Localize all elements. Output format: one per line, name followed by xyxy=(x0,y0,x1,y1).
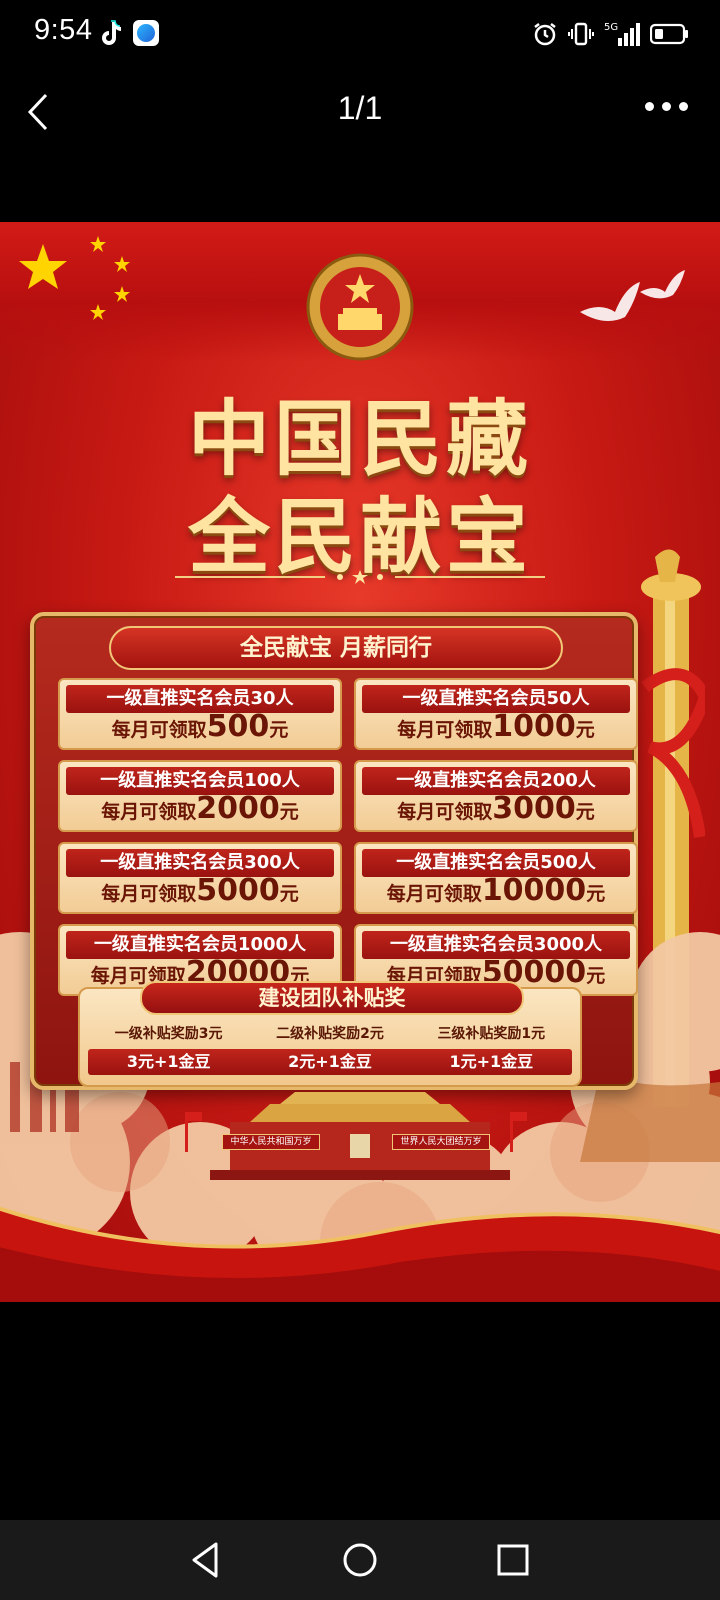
tier-amount: 2000 xyxy=(196,791,280,826)
tier-prefix: 每月可领取 xyxy=(101,883,197,905)
battery-icon xyxy=(650,23,688,45)
slogan-right: 世界人民大团结万岁 xyxy=(392,1134,490,1150)
star-divider xyxy=(175,570,545,584)
tier-amount: 10000 xyxy=(481,873,587,908)
vibrate-icon xyxy=(568,22,594,46)
doves-icon xyxy=(580,270,685,321)
panel-header: 全民献宝 月薪同行 xyxy=(109,626,563,670)
status-bar: 9:54 5G xyxy=(0,0,720,68)
red-ribbon-wave xyxy=(0,1206,720,1302)
tiananmen-gate-illustration xyxy=(185,1092,527,1180)
tier-tile: 一级直推实名会员200人 每月可领取3000元 xyxy=(354,760,638,832)
tier-unit: 元 xyxy=(279,883,299,905)
more-options-icon[interactable] xyxy=(645,102,688,111)
tier-amount: 1000 xyxy=(492,709,576,744)
slogan-left: 中华人民共和国万岁 xyxy=(222,1134,320,1150)
team-levels-row: 一级补贴奖励3元 二级补贴奖励2元 三级补贴奖励1元 xyxy=(88,1023,572,1043)
5g-signal-icon: 5G xyxy=(604,22,640,46)
team-subsidy-header: 建设团队补贴奖 xyxy=(140,981,524,1015)
tier-prefix: 每月可领取 xyxy=(397,719,493,741)
tier-tile: 一级直推实名会员500人 每月可领取10000元 xyxy=(354,842,638,914)
browser-app-icon xyxy=(133,20,159,46)
tiktok-icon xyxy=(102,20,121,45)
status-time: 9:54 xyxy=(34,14,93,46)
team-rewards-row: 3元+1金豆 2元+1金豆 1元+1金豆 xyxy=(88,1049,572,1075)
svg-text:5G: 5G xyxy=(604,22,618,33)
tier-prefix: 每月可领取 xyxy=(386,883,482,905)
tier-amount: 5000 xyxy=(196,873,280,908)
tier-tile: 一级直推实名会员50人 每月可领取1000元 xyxy=(354,678,638,750)
tier-unit: 元 xyxy=(575,801,595,823)
tier-tile: 一级直推实名会员30人 每月可领取500元 xyxy=(58,678,342,750)
tier-unit: 元 xyxy=(586,965,606,987)
team-subsidy-box: 建设团队补贴奖 一级补贴奖励3元 二级补贴奖励2元 三级补贴奖励1元 3元+1金… xyxy=(78,981,582,1087)
tier-tile: 一级直推实名会员100人 每月可领取2000元 xyxy=(58,760,342,832)
team-reward: 3元+1金豆 xyxy=(126,1052,211,1071)
team-reward: 1元+1金豆 xyxy=(449,1052,534,1071)
team-level: 二级补贴奖励2元 xyxy=(276,1026,384,1042)
nav-back-icon[interactable] xyxy=(186,1540,226,1580)
national-emblem-icon xyxy=(306,253,414,361)
tier-unit: 元 xyxy=(279,801,299,823)
tier-amount: 500 xyxy=(206,709,270,744)
flag-stars-icon xyxy=(19,236,130,320)
viewer-top-bar: 1/1 xyxy=(0,68,720,158)
alarm-icon xyxy=(534,23,556,46)
team-reward: 2元+1金豆 xyxy=(288,1052,372,1071)
tier-unit: 元 xyxy=(586,883,606,905)
tier-unit: 元 xyxy=(269,719,289,741)
tier-prefix: 每月可领取 xyxy=(101,801,197,823)
nav-recents-icon[interactable] xyxy=(493,1540,533,1580)
tier-unit: 元 xyxy=(575,719,595,741)
page-indicator: 1/1 xyxy=(337,90,383,126)
team-level: 三级补贴奖励1元 xyxy=(437,1026,546,1042)
system-nav-bar xyxy=(0,1520,720,1600)
poster-image: 中国民藏 全民献宝 全民献宝 月薪同行 一级直推实名会员30人 每月可领取500… xyxy=(0,222,720,1302)
tier-prefix: 每月可领取 xyxy=(397,801,493,823)
tier-tile: 一级直推实名会员300人 每月可领取5000元 xyxy=(58,842,342,914)
tier-amount: 3000 xyxy=(492,791,576,826)
nav-home-icon[interactable] xyxy=(340,1540,380,1580)
team-level: 一级补贴奖励3元 xyxy=(114,1026,223,1042)
tier-prefix: 每月可领取 xyxy=(111,719,207,741)
